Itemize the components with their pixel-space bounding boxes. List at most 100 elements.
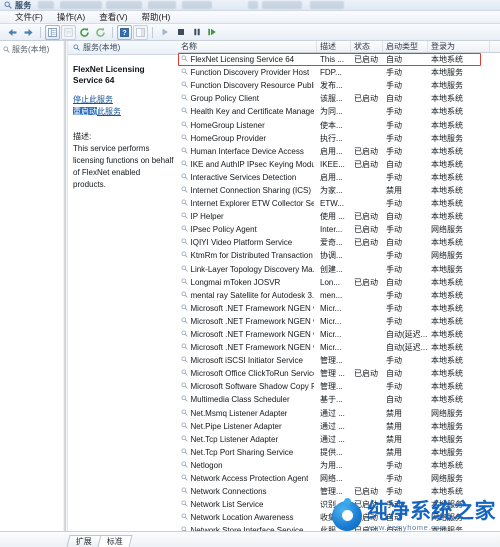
cell-startup-type: 自动 [386, 55, 402, 65]
restart-service-link[interactable]: 重启动此服务 [73, 106, 174, 118]
service-icon [181, 367, 188, 380]
cell-description: FDP... [320, 68, 342, 78]
cell-service-name: Function Discovery Resource Public... [178, 79, 317, 92]
table-row[interactable]: Net.Msmq Listener Adapter 通过 ... 禁用 网络服务 [178, 407, 500, 420]
table-row[interactable]: Network List Service 识别... 已启动 手动 本地服务 [178, 498, 500, 511]
column-header-status[interactable]: 状态 [351, 41, 383, 52]
description-text: This service performs licensing function… [73, 144, 174, 190]
cell-startup-type: 手动 [386, 460, 402, 470]
table-row[interactable]: Group Policy Client 该服... 已启动 自动 本地系统 [178, 92, 500, 105]
table-row[interactable]: Link-Layer Topology Discovery Ma... 创建...… [178, 263, 500, 276]
table-row[interactable]: IPsec Policy Agent Inter... 已启动 手动 网络服务 [178, 223, 500, 236]
table-row[interactable]: Interactive Services Detection 启用... 手动 本地系… [178, 171, 500, 184]
table-row[interactable]: Longmai mToken JOSVR Lon... 已启动 自动 本地系统 [178, 276, 500, 289]
service-icon [181, 158, 188, 171]
back-button[interactable] [5, 25, 20, 40]
table-row[interactable]: Net.Pipe Listener Adapter 通过 ... 禁用 本地服务 [178, 420, 500, 433]
cell-description: 协调... [320, 251, 343, 261]
cell-startup-type: 自动 [386, 159, 402, 169]
cell-status: 已启动 [354, 277, 378, 287]
table-row[interactable]: HomeGroup Provider 执行... 手动 本地服务 [178, 132, 500, 145]
cell-description: 识别... [320, 500, 343, 510]
column-header-startup-type[interactable]: 启动类型 [383, 41, 428, 52]
column-header-name[interactable]: 名称 [178, 41, 317, 52]
table-row[interactable]: Function Discovery Resource Public... 发布.… [178, 79, 500, 92]
tab-standard[interactable]: 标准 [97, 535, 133, 547]
cell-service-name: Netlogon [178, 459, 317, 472]
table-row[interactable]: Network Access Protection Agent 网络... 手动 网络… [178, 472, 500, 485]
cell-service-name: Internet Connection Sharing (ICS) [178, 184, 317, 197]
cell-startup-type: 自动 [386, 526, 402, 531]
table-row[interactable]: IKE and AuthIP IPsec Keying Modul... IKEE… [178, 158, 500, 171]
column-header-log-on-as[interactable]: 登录为 [428, 41, 490, 52]
services-list: 名称 描述 状态 启动类型 登录为 FlexNet Licensing Serv… [178, 41, 500, 531]
table-row[interactable]: Network Location Awareness 收集... 已启动 自动 网络服务 [178, 511, 500, 524]
cell-log-on-as: 本地系统 [431, 199, 463, 209]
table-row[interactable]: Internet Connection Sharing (ICS) 为家... 禁用… [178, 184, 500, 197]
cell-log-on-as: 本地服务 [431, 133, 463, 143]
table-row[interactable]: IQIYI Video Platform Service 爱奇... 已启动 自动 本地… [178, 236, 500, 249]
table-row[interactable]: Health Key and Certificate Manage... 为同..… [178, 105, 500, 118]
column-header-description[interactable]: 描述 [317, 41, 351, 52]
cell-log-on-as: 本地系统 [431, 277, 463, 287]
table-row[interactable]: IP Helper 使用 ... 已启动 自动 本地系统 [178, 210, 500, 223]
menu-file[interactable]: 文件(F) [8, 11, 50, 23]
cell-service-name: IP Helper [178, 210, 317, 223]
cell-log-on-as: 本地服务 [431, 434, 463, 444]
table-row[interactable]: Human Interface Device Access 启用... 已启动 手动 本… [178, 145, 500, 158]
cell-startup-type: 手动 [386, 474, 402, 484]
cell-startup-type: 手动 [386, 133, 402, 143]
table-row[interactable]: FlexNet Licensing Service 64 This ... 已启动自… [178, 53, 500, 66]
cell-startup-type: 自动 [386, 238, 402, 248]
table-row[interactable]: Function Discovery Provider Host FDP... 手动… [178, 66, 500, 79]
service-icon [181, 53, 188, 66]
table-row[interactable]: Multimedia Class Scheduler 基于... 自动 本地系统 [178, 393, 500, 406]
table-row[interactable]: Microsoft iSCSI Initiator Service 管理... 手动… [178, 354, 500, 367]
table-row[interactable]: Network Connections 管理... 已启动 手动 本地系统 [178, 485, 500, 498]
table-row[interactable]: Microsoft .NET Framework NGEN v... Micr..… [178, 341, 500, 354]
stop-service-link[interactable]: 停止此服务 [73, 94, 174, 106]
tree-root-item[interactable]: 服务(本地) [0, 41, 62, 57]
table-row[interactable]: KtmRm for Distributed Transaction ... 协调.… [178, 249, 500, 262]
cell-description: 为用... [320, 460, 343, 470]
service-icon [181, 276, 188, 289]
table-row[interactable]: Microsoft Software Shadow Copy P... 管理...… [178, 380, 500, 393]
service-icon [181, 223, 188, 236]
stop-service-button[interactable] [173, 25, 188, 40]
table-row[interactable]: mental ray Satellite for Autodesk 3... me… [178, 289, 500, 302]
menu-help[interactable]: 帮助(H) [135, 11, 178, 23]
cell-log-on-as: 本地系统 [431, 55, 463, 65]
table-row[interactable]: Microsoft Office ClickToRun Service 管理 ..… [178, 367, 500, 380]
table-row[interactable]: Microsoft .NET Framework NGEN v... Micr..… [178, 315, 500, 328]
show-hide-action-pane-button[interactable] [133, 24, 148, 40]
properties-button[interactable] [61, 24, 76, 40]
table-row[interactable]: Netlogon 为用... 手动 本地系统 [178, 459, 500, 472]
menu-action[interactable]: 操作(A) [50, 11, 92, 23]
help-button[interactable]: ? [117, 24, 132, 40]
cell-log-on-as: 网络服务 [431, 474, 463, 484]
cell-description: 为家... [320, 185, 343, 195]
table-row[interactable]: Net.Tcp Port Sharing Service 提供... 禁用 本地服务 [178, 446, 500, 459]
table-row[interactable]: Internet Explorer ETW Collector Ser... ET… [178, 197, 500, 210]
cell-startup-type: 自动 [386, 94, 402, 104]
cell-startup-type: 禁用 [386, 421, 402, 431]
cell-startup-type: 自动 [386, 395, 402, 405]
table-row[interactable]: HomeGroup Listener 使本... 手动 本地系统 [178, 118, 500, 131]
tab-extended[interactable]: 扩展 [66, 535, 102, 547]
cell-log-on-as: 本地系统 [431, 460, 463, 470]
show-hide-console-tree-button[interactable] [45, 24, 60, 40]
start-service-button[interactable] [157, 25, 172, 40]
forward-button[interactable] [21, 25, 36, 40]
refresh-button[interactable] [77, 25, 92, 40]
table-row[interactable]: Microsoft .NET Framework NGEN v... Micr..… [178, 328, 500, 341]
table-row[interactable]: Network Store Interface Service 此服... 已启动 自… [178, 524, 500, 531]
table-row[interactable]: Microsoft .NET Framework NGEN v... Micr..… [178, 302, 500, 315]
pause-service-button[interactable] [189, 25, 204, 40]
restart-service-button[interactable] [205, 25, 220, 40]
cell-service-name: IKE and AuthIP IPsec Keying Modul... [178, 158, 317, 171]
service-icon [181, 328, 188, 341]
table-row[interactable]: Net.Tcp Listener Adapter 通过 ... 禁用 本地服务 [178, 433, 500, 446]
export-list-button[interactable] [93, 25, 108, 40]
menu-view[interactable]: 查看(V) [92, 11, 134, 23]
cell-startup-type: 手动 [386, 316, 402, 326]
